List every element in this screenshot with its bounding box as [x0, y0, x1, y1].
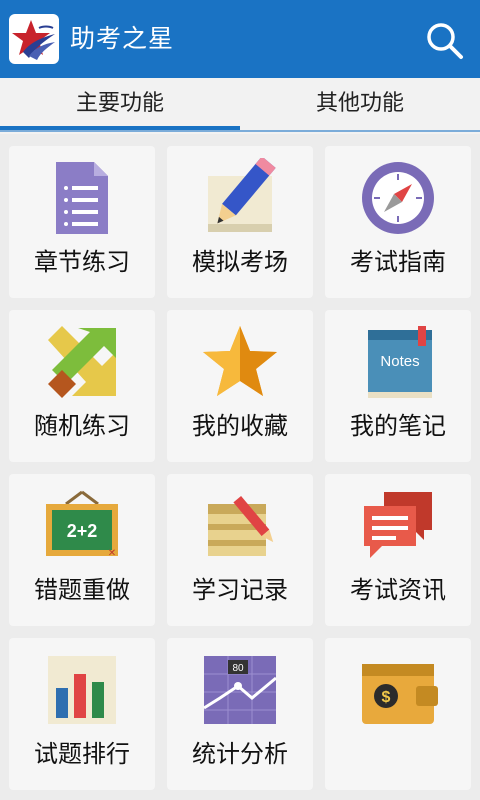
- tile-my-notes[interactable]: Notes 我的笔记: [325, 310, 471, 462]
- tab-bar: 主要功能 其他功能: [0, 78, 480, 134]
- svg-text:80: 80: [232, 663, 244, 674]
- star-icon: [200, 322, 280, 402]
- tile-label: 考试指南: [350, 248, 446, 276]
- tile-question-ranking[interactable]: 试题排行: [9, 638, 155, 790]
- tile-mock-exam[interactable]: 模拟考场: [167, 146, 313, 298]
- line-graph-icon: 80: [200, 650, 280, 730]
- tile-label: 我的收藏: [192, 412, 288, 440]
- tile-exam-guide[interactable]: 考试指南: [325, 146, 471, 298]
- tile-label: 模拟考场: [192, 248, 288, 276]
- document-list-icon: [42, 158, 122, 238]
- feature-grid: 章节练习 模拟考场 考试指南 随机练习 我的收藏 Notes 我的笔记 2+2 …: [0, 134, 480, 800]
- tile-study-records[interactable]: 学习记录: [167, 474, 313, 626]
- app-logo-icon: [9, 14, 59, 64]
- tile-redo-wrong[interactable]: 2+2 ✕ 错题重做: [9, 474, 155, 626]
- notepad-pencil-icon: [200, 486, 280, 566]
- tile-label: 学习记录: [192, 576, 288, 604]
- app-title: 助考之星: [70, 24, 175, 53]
- tab-main-features[interactable]: 主要功能: [0, 78, 240, 130]
- tile-label: 统计分析: [192, 740, 288, 768]
- svg-text:✕: ✕: [108, 548, 116, 559]
- shuffle-arrows-icon: [42, 322, 122, 402]
- tile-wallet[interactable]: $: [325, 638, 471, 790]
- svg-text:Notes: Notes: [380, 353, 419, 370]
- chalkboard-icon: 2+2 ✕: [42, 486, 122, 566]
- pencil-paper-icon: [200, 158, 280, 238]
- notes-book-icon: Notes: [358, 322, 438, 402]
- tab-divider: [0, 130, 480, 132]
- tile-label: 错题重做: [34, 576, 130, 604]
- tile-statistics[interactable]: 80 统计分析: [167, 638, 313, 790]
- tile-my-favorites[interactable]: 我的收藏: [167, 310, 313, 462]
- svg-text:2+2: 2+2: [67, 521, 98, 541]
- tile-label: 随机练习: [34, 412, 130, 440]
- chat-bubbles-icon: [358, 486, 438, 566]
- tile-exam-news[interactable]: 考试资讯: [325, 474, 471, 626]
- wallet-icon: $: [358, 650, 438, 730]
- tile-label: 考试资讯: [350, 576, 446, 604]
- compass-icon: [358, 158, 438, 238]
- bar-chart-icon: [42, 650, 122, 730]
- tile-random-practice[interactable]: 随机练习: [9, 310, 155, 462]
- tile-label: 我的笔记: [350, 412, 446, 440]
- svg-text:$: $: [382, 689, 391, 706]
- tile-label: 章节练习: [34, 248, 130, 276]
- app-bar: 助考之星: [0, 0, 480, 78]
- search-icon[interactable]: [424, 20, 464, 60]
- tab-other-features[interactable]: 其他功能: [240, 78, 480, 130]
- tile-label: 试题排行: [34, 740, 130, 768]
- tile-chapter-practice[interactable]: 章节练习: [9, 146, 155, 298]
